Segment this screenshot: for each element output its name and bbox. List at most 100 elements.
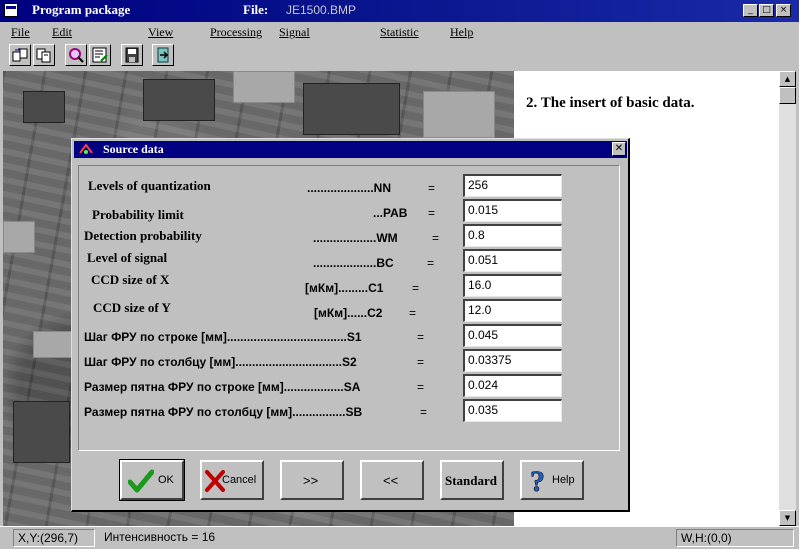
file-name: JE1500.BMP (286, 3, 357, 17)
menu-processing[interactable]: Processing (210, 25, 262, 40)
zoom-icon (69, 48, 84, 63)
field-code: [мКм].........C1 (305, 281, 384, 295)
cancel-label: Cancel (222, 474, 257, 486)
fru-column-step-input[interactable]: 0.03375 (463, 349, 562, 372)
field-label: Levels of quantization (88, 178, 211, 193)
exit-icon (157, 47, 169, 63)
previous-button[interactable]: << (360, 460, 424, 500)
panel-heading: 2. The insert of basic data. (526, 95, 695, 111)
field-equals: = (420, 405, 428, 419)
dialog-title-bar: Source data ✕ (74, 141, 627, 158)
cancel-button[interactable]: Cancel (200, 460, 264, 500)
field-equals: = (427, 256, 435, 270)
field-label: Detection probability (84, 228, 202, 243)
status-bar: X,Y:(296,7) Интенсивность = 16 W,H:(0,0) (0, 526, 799, 549)
menu-signal[interactable]: Signal (279, 25, 310, 40)
image-feature (233, 71, 295, 103)
title-bar: Program package File: JE1500.BMP _ □ × (0, 0, 799, 22)
source-data-dialog: Source data ✕ Levels of quantization ...… (71, 138, 630, 512)
field-equals: = (432, 231, 440, 245)
field-equals: = (428, 206, 436, 220)
image-feature (143, 79, 215, 121)
field-label: Level of signal (87, 250, 168, 265)
vertical-scrollbar[interactable]: ▲ ▼ (779, 71, 796, 526)
image-feature (13, 401, 70, 463)
close-button[interactable]: × (776, 4, 791, 17)
help-button[interactable]: ? Help (520, 460, 584, 500)
field-label: Probability limit (92, 207, 184, 222)
zoom-button[interactable] (65, 44, 87, 66)
ccd-size-x-input[interactable]: 16.0 (463, 274, 562, 297)
detection-probability-input[interactable]: 0.8 (463, 224, 562, 247)
app-title: Program package (32, 2, 131, 17)
menu-help[interactable]: Help (450, 25, 473, 40)
edit-sheet-icon (92, 47, 108, 63)
help-label: Help (552, 474, 575, 486)
field-label: Размер пятна ФРУ по строке [мм].........… (84, 380, 361, 394)
save-icon (125, 47, 139, 63)
help-question-icon: ? (530, 466, 546, 496)
field-equals: = (409, 306, 417, 320)
standard-label: Standard (445, 473, 498, 488)
field-code: [мКм]......C2 (314, 306, 383, 320)
open-button[interactable] (9, 44, 31, 66)
dialog-close-button[interactable]: ✕ (612, 142, 626, 156)
menu-statistic[interactable]: Statistic (380, 25, 419, 40)
menu-edit[interactable]: Edit (52, 25, 72, 40)
field-equals: = (428, 181, 436, 195)
field-label: Шаг ФРУ по столбцу [мм].................… (84, 355, 357, 369)
open-icon (12, 48, 28, 62)
status-coordinates: X,Y:(296,7) (13, 529, 95, 547)
field-code: ....................NN (307, 181, 392, 195)
field-equals: = (412, 281, 420, 295)
scroll-down-button[interactable]: ▼ (779, 510, 796, 526)
svg-text:?: ? (530, 466, 545, 496)
maximize-button[interactable]: □ (759, 4, 774, 17)
field-equals: = (417, 330, 425, 344)
previous-label: << (383, 473, 399, 488)
menu-file[interactable]: File (11, 25, 30, 40)
field-label: CCD size of X (91, 272, 170, 287)
level-of-signal-input[interactable]: 0.051 (463, 249, 562, 272)
minimize-button[interactable]: _ (743, 4, 758, 17)
scroll-thumb[interactable] (779, 87, 796, 104)
copy-button[interactable] (33, 44, 55, 66)
next-button[interactable]: >> (280, 460, 344, 500)
scroll-up-button[interactable]: ▲ (779, 71, 796, 87)
field-code: ...................WM (313, 231, 398, 245)
field-label: Размер пятна ФРУ по столбцу [мм]........… (84, 405, 363, 419)
menu-view[interactable]: View (148, 25, 173, 40)
status-size: W,H:(0,0) (676, 529, 794, 547)
dialog-app-icon (79, 143, 93, 154)
ccd-size-y-input[interactable]: 12.0 (463, 299, 562, 322)
image-feature (23, 91, 65, 123)
field-equals: = (417, 380, 425, 394)
exit-button[interactable] (152, 44, 174, 66)
ok-label: OK (158, 474, 174, 486)
checkmark-icon (128, 469, 154, 493)
copy-icon (36, 48, 51, 63)
ok-button[interactable]: OK (119, 459, 185, 501)
next-label: >> (303, 473, 319, 488)
image-feature (303, 83, 400, 135)
fru-spot-row-input[interactable]: 0.024 (463, 374, 562, 397)
image-feature (3, 221, 35, 253)
field-code: ...PAB (373, 206, 408, 220)
app-menu-icon[interactable] (4, 3, 18, 17)
save-button[interactable] (121, 44, 143, 66)
image-feature (33, 331, 75, 358)
dialog-title: Source data (103, 142, 164, 156)
file-label: File: (243, 2, 269, 17)
levels-of-quantization-input[interactable]: 256 (463, 174, 562, 197)
edit-sheet-button[interactable] (89, 44, 111, 66)
field-equals: = (417, 355, 425, 369)
fru-spot-column-input[interactable]: 0.035 (463, 399, 562, 422)
field-label: CCD size of Y (93, 300, 171, 315)
fru-row-step-input[interactable]: 0.045 (463, 324, 562, 347)
image-feature (423, 91, 495, 138)
field-code: ...................BC (313, 256, 394, 270)
menu-bar: File Edit View Processing Signal Statist… (0, 22, 799, 41)
probability-limit-input[interactable]: 0.015 (463, 199, 562, 222)
standard-button[interactable]: Standard (440, 460, 504, 500)
status-intensity: Интенсивность = 16 (104, 530, 216, 544)
